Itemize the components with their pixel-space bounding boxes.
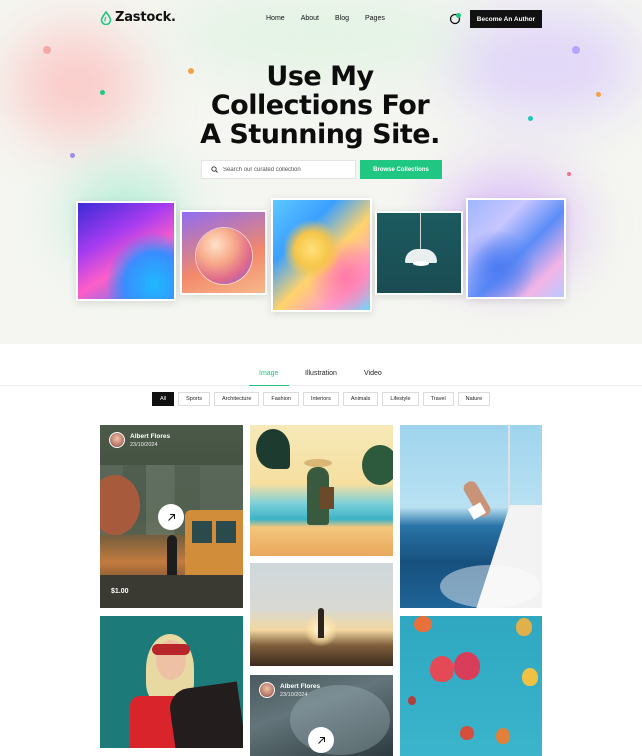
gallery-card-sunset[interactable] (250, 563, 393, 666)
author-name[interactable]: Albert Flores (280, 683, 320, 690)
nav-blog[interactable]: Blog (335, 15, 349, 22)
price-label: $1.00 (111, 588, 129, 595)
gallery-card-balloons[interactable] (400, 616, 542, 756)
hero-title-line: A Stunning Site. (200, 119, 440, 150)
top-nav: Zastock. Home About Blog Pages Become An… (0, 0, 642, 38)
person-silhouette (318, 608, 324, 638)
hero-title-line: Use My (266, 61, 374, 92)
search-icon (211, 166, 218, 173)
nav-home[interactable]: Home (266, 15, 285, 22)
decor-dot (567, 172, 571, 176)
decor-dot (528, 116, 533, 121)
brand-name: Zastock. (115, 10, 176, 25)
nav-pages[interactable]: Pages (365, 15, 385, 22)
filter-nature[interactable]: Nature (457, 392, 491, 406)
palm-tree (362, 445, 393, 485)
main-menu: Home About Blog Pages (266, 15, 401, 22)
palm-tree (256, 429, 290, 469)
sea-spray (440, 565, 540, 608)
open-arrow-button[interactable] (308, 727, 334, 753)
hot-air-balloon (430, 656, 454, 682)
tab-image[interactable]: Image (259, 370, 278, 377)
hot-air-balloon (496, 728, 510, 744)
model-sunglasses (152, 644, 190, 655)
nav-about[interactable]: About (301, 15, 319, 22)
media-tabs: Image Illustration Video (0, 366, 642, 386)
cart-icon[interactable] (449, 12, 462, 25)
author-name[interactable]: Albert Flores (130, 433, 170, 440)
filter-all[interactable]: All (152, 392, 175, 406)
decor-dot (100, 90, 105, 95)
hot-air-balloon (460, 726, 474, 740)
decor-dot (70, 153, 75, 158)
tram-window (216, 521, 236, 543)
hero-image-lamp (375, 211, 463, 295)
logo[interactable]: Zastock. (100, 10, 176, 25)
hot-air-balloon (522, 668, 538, 686)
hero-blob (10, 30, 140, 140)
hero-image-fluid (271, 198, 372, 312)
category-filters: All Sports Architecture Fashion Interior… (152, 392, 491, 406)
author-avatar[interactable] (109, 432, 125, 448)
gallery-card-fashion[interactable] (100, 616, 243, 748)
person-silhouette (167, 535, 177, 575)
filter-travel[interactable]: Travel (422, 392, 454, 406)
tab-illustration[interactable]: Illustration (305, 370, 337, 377)
filter-sports[interactable]: Sports (178, 392, 211, 406)
search-input[interactable] (223, 166, 353, 173)
post-date: 23/10/2024 (280, 692, 308, 698)
browse-collections-button[interactable]: Browse Collections (360, 160, 442, 179)
traveler-bag (320, 487, 334, 509)
hero-title: Use My Collections For A Stunning Site. (150, 62, 490, 149)
hero-image-sphere (180, 210, 267, 295)
hero-title-line: Collections For (210, 90, 430, 121)
tram-window (192, 521, 212, 543)
open-arrow-button[interactable] (158, 504, 184, 530)
gallery-card-ocean[interactable]: Albert Flores 23/10/2024 (250, 675, 393, 756)
hero-image-wave (76, 201, 176, 301)
post-date: 23/10/2024 (130, 442, 158, 448)
hot-air-balloon (414, 616, 432, 632)
decor-dot (572, 46, 580, 54)
traveler-hat (304, 459, 332, 467)
active-tab-indicator (249, 385, 289, 386)
search-bar (201, 160, 356, 179)
filter-animals[interactable]: Animals (342, 392, 379, 406)
lamp-cord (420, 213, 421, 249)
filter-architecture[interactable]: Architecture (214, 392, 260, 406)
filter-lifestyle[interactable]: Lifestyle (382, 392, 419, 406)
hot-air-balloon (408, 696, 416, 705)
drop-logo-icon (100, 10, 112, 25)
decor-dot (596, 92, 601, 97)
hero-section: Zastock. Home About Blog Pages Become An… (0, 0, 642, 344)
hero-image-marble (466, 198, 566, 299)
arrow-up-right-icon (167, 513, 175, 521)
tab-video[interactable]: Video (364, 370, 382, 377)
filter-interiors[interactable]: Interiors (302, 392, 339, 406)
hot-air-balloon (516, 618, 532, 636)
gallery-card-beach[interactable] (250, 425, 393, 556)
filter-fashion[interactable]: Fashion (263, 392, 299, 406)
decor-dot (43, 46, 51, 54)
author-avatar[interactable] (259, 682, 275, 698)
hot-air-balloon (454, 652, 480, 680)
gallery-card-sailing[interactable] (400, 425, 542, 608)
model-jacket (167, 681, 243, 748)
sphere-shape (196, 228, 252, 284)
become-author-button[interactable]: Become An Author (470, 10, 542, 28)
gallery-card-street[interactable]: Albert Flores 23/10/2024 $1.00 (100, 425, 243, 608)
arrow-up-right-icon (317, 736, 325, 744)
lamp-glow (413, 261, 429, 266)
